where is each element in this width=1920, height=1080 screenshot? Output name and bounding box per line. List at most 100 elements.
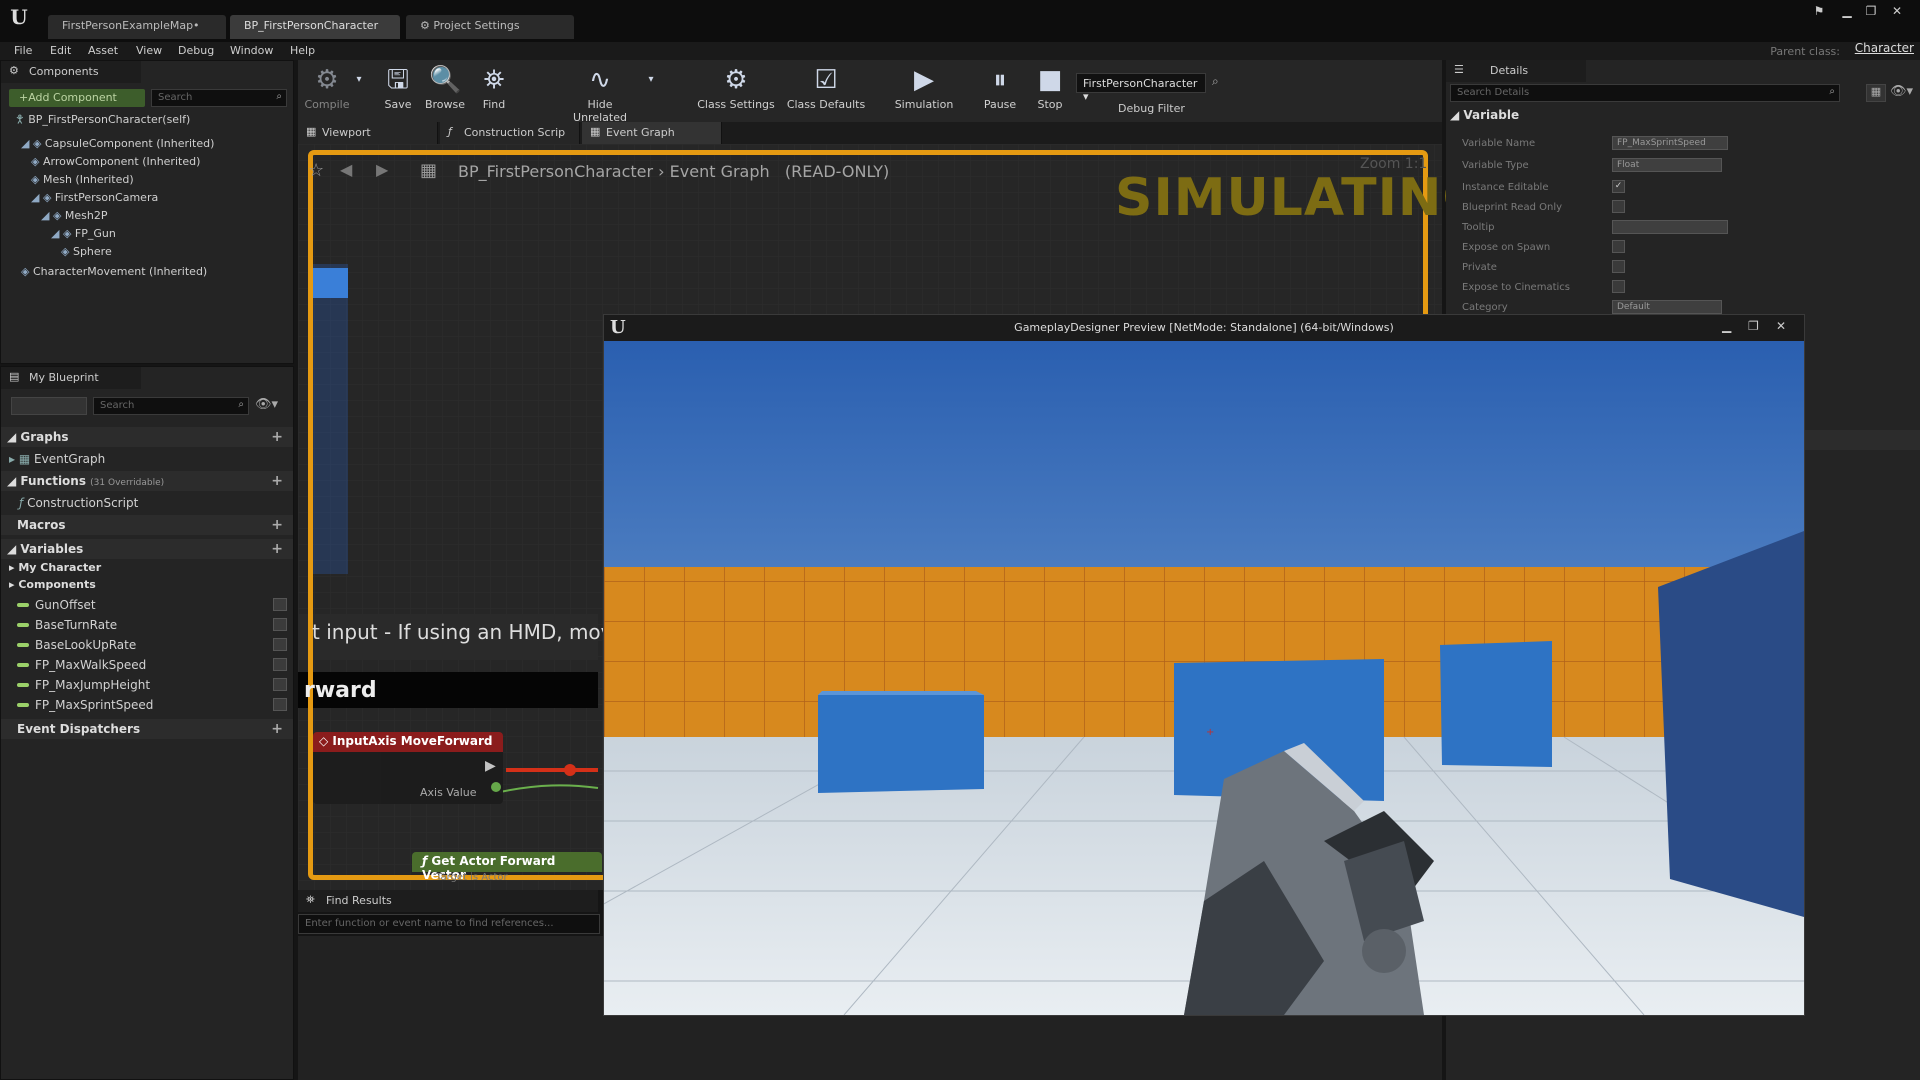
my-blueprint-tab[interactable]: ▤ My Blueprint	[1, 367, 141, 389]
tree-item[interactable]: ◢ ◈ FP_Gun	[1, 225, 291, 243]
tree-item-self[interactable]: 🯆 BP_FirstPersonCharacter(self)	[15, 111, 190, 129]
variable-group-components[interactable]: ▸ Components	[9, 578, 96, 591]
game-viewport[interactable]: +	[604, 341, 1804, 1015]
compile-options-dropdown[interactable]: ▾	[352, 60, 366, 122]
details-category-variable[interactable]: ◢ Variable	[1450, 108, 1610, 128]
details-tab[interactable]: ☰ Details	[1446, 60, 1586, 82]
menu-debug[interactable]: Debug	[178, 44, 214, 57]
menu-view[interactable]: View	[136, 44, 162, 57]
graph-item-eventgraph[interactable]: ▸ ▦ EventGraph	[9, 449, 105, 469]
axis-value-pin[interactable]	[491, 782, 501, 792]
class-defaults-button[interactable]: ☑ Class Defaults	[786, 60, 866, 122]
find-results-input[interactable]: Enter function or event name to find ref…	[298, 914, 600, 934]
tree-item[interactable]: ◈ Sphere	[1, 243, 291, 261]
find-results-tab[interactable]: ⛯ Find Results	[298, 890, 598, 912]
preview-title-bar[interactable]: U GameplayDesigner Preview [NetMode: Sta…	[604, 315, 1804, 341]
expand-arrow-icon[interactable]: ◢ ◈	[31, 191, 55, 204]
expand-arrow-icon[interactable]: ◢ ◈	[51, 227, 75, 240]
prop-field[interactable]: Float	[1612, 158, 1722, 172]
variable-group-my-character[interactable]: ▸ My Character	[9, 561, 101, 574]
visibility-toggle-icon[interactable]	[273, 658, 287, 671]
hide-unrelated-button[interactable]: ∿ Hide Unrelated	[560, 60, 640, 124]
eye-icon[interactable]: 👁▾	[1890, 84, 1913, 99]
tree-item[interactable]: ◈ Mesh (Inherited)	[1, 171, 291, 189]
category-event-dispatchers[interactable]: Event Dispatchers +	[1, 719, 293, 739]
menu-window[interactable]: Window	[230, 44, 273, 57]
minimize-button[interactable]: ▁	[1836, 4, 1858, 20]
category-graphs[interactable]: ◢ Graphs +	[1, 427, 293, 447]
menu-edit[interactable]: Edit	[50, 44, 71, 57]
menu-help[interactable]: Help	[290, 44, 315, 57]
browse-button[interactable]: 🔍 Browse	[422, 60, 468, 122]
menu-file[interactable]: File	[14, 44, 32, 57]
variable-item[interactable]: BaseTurnRate	[1, 615, 293, 635]
add-function-button[interactable]: +	[271, 471, 283, 491]
find-button[interactable]: ⛯ Find	[474, 60, 514, 122]
prop-checkbox[interactable]: ✓	[1612, 180, 1625, 193]
node-get-actor-forward-vector[interactable]: ƒ Get Actor Forward Vector	[412, 852, 602, 882]
debug-object-select[interactable]: FirstPersonCharacter ▾	[1076, 73, 1206, 103]
visibility-toggle-icon[interactable]	[273, 638, 287, 651]
tab-viewport[interactable]: ▦ Viewport	[298, 122, 438, 144]
variable-item[interactable]: FP_MaxSprintSpeed	[1, 695, 293, 715]
expand-arrow-icon[interactable]: ◢ ◈	[41, 209, 65, 222]
stop-button[interactable]: ■ Stop	[1030, 60, 1070, 122]
function-item-constructionscript[interactable]: ƒ ConstructionScript	[19, 493, 138, 513]
tree-item[interactable]: ◈ CharacterMovement (Inherited)	[1, 263, 291, 281]
variable-item[interactable]: GunOffset	[1, 595, 293, 615]
exec-pin-icon[interactable]: ▶	[485, 758, 496, 774]
prop-field[interactable]	[1612, 220, 1728, 234]
hide-unrelated-dropdown[interactable]: ▾	[644, 60, 658, 122]
breadcrumb-graph[interactable]: Event Graph	[670, 162, 770, 181]
prop-field[interactable]: Default	[1612, 300, 1722, 314]
feedback-icon[interactable]: ⚑	[1808, 4, 1830, 20]
category-functions[interactable]: ◢ Functions (31 Overridable) +	[1, 471, 293, 491]
tree-item[interactable]: ◢ ◈ CapsuleComponent (Inherited)	[1, 135, 291, 153]
expand-arrow-icon[interactable]: ◢ ◈	[21, 137, 45, 150]
add-variable-button[interactable]: +	[271, 539, 283, 559]
save-button[interactable]: 🖫 Save	[378, 60, 418, 122]
variable-item[interactable]: BaseLookUpRate	[1, 635, 293, 655]
visibility-toggle-icon[interactable]	[273, 618, 287, 631]
compile-button[interactable]: ⚙ Compile	[302, 60, 352, 122]
eye-icon[interactable]: 👁▾	[255, 397, 278, 412]
visibility-toggle-icon[interactable]	[273, 678, 287, 691]
minimize-button[interactable]: ▁	[1722, 319, 1731, 333]
tab-event-graph[interactable]: ▦ Event Graph	[582, 122, 722, 144]
components-tab[interactable]: ⚙ Components	[1, 61, 141, 83]
star-icon[interactable]: ☆	[308, 160, 324, 181]
details-search-input[interactable]: Search Details ⌕	[1450, 84, 1840, 102]
prop-checkbox[interactable]	[1612, 260, 1625, 273]
variable-item[interactable]: FP_MaxWalkSpeed	[1, 655, 293, 675]
tab-project-settings[interactable]: ⚙ Project Settings	[406, 15, 574, 39]
add-dispatcher-button[interactable]: +	[271, 719, 283, 739]
breadcrumb-root[interactable]: BP_FirstPersonCharacter	[458, 162, 653, 181]
tab-bp-first-person-character[interactable]: BP_FirstPersonCharacter	[230, 15, 400, 39]
add-macro-button[interactable]: +	[271, 515, 283, 535]
maximize-button[interactable]: ❐	[1748, 319, 1759, 333]
add-component-button[interactable]: +Add Component	[9, 89, 145, 107]
category-variables[interactable]: ◢ Variables +	[1, 539, 293, 559]
prop-checkbox[interactable]	[1612, 200, 1625, 213]
parent-class-link[interactable]: Character	[1855, 41, 1914, 55]
node-inputaxis-moveforward[interactable]: ◇ InputAxis MoveForward	[313, 732, 503, 752]
tree-item[interactable]: ◢ ◈ FirstPersonCamera	[1, 189, 291, 207]
grid-view-icon[interactable]: ▦	[1866, 84, 1886, 102]
tree-item[interactable]: ◢ ◈ Mesh2P	[1, 207, 291, 225]
components-search-input[interactable]: Search ⌕	[151, 89, 287, 107]
tab-construction-script[interactable]: ƒ Construction Scrip	[440, 122, 580, 144]
variable-item[interactable]: FP_MaxJumpHeight	[1, 675, 293, 695]
maximize-button[interactable]: ❐	[1860, 4, 1882, 20]
add-new-dropdown[interactable]	[11, 397, 87, 415]
back-arrow-icon[interactable]: ◀	[340, 160, 352, 179]
forward-arrow-icon[interactable]: ▶	[376, 160, 388, 179]
tab-first-person-example-map[interactable]: FirstPersonExampleMap•	[48, 15, 226, 39]
simulation-button[interactable]: ▶ Simulation	[892, 60, 956, 122]
tree-item[interactable]: ◈ ArrowComponent (Inherited)	[1, 153, 291, 171]
visibility-toggle-icon[interactable]	[273, 698, 287, 711]
visibility-toggle-icon[interactable]	[273, 598, 287, 611]
close-button[interactable]: ✕	[1776, 319, 1786, 333]
prop-checkbox[interactable]	[1612, 280, 1625, 293]
pause-button[interactable]: ⏸ Pause	[980, 60, 1020, 122]
close-button[interactable]: ✕	[1886, 4, 1908, 20]
